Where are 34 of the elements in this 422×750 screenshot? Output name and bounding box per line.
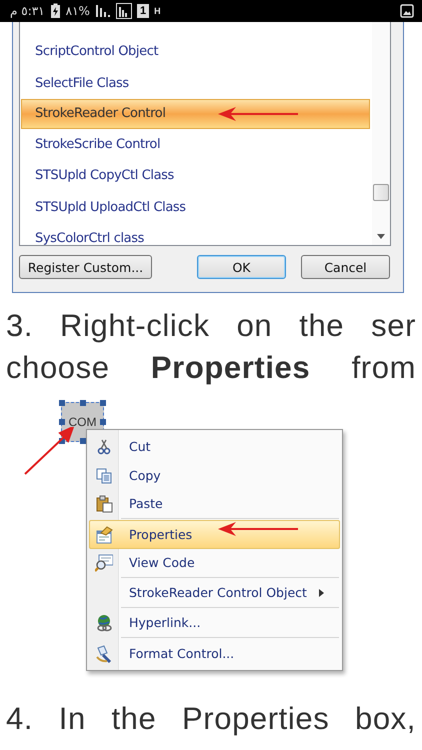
list-item[interactable]: StrokeReader Control (21, 99, 370, 128)
globe-icon (95, 614, 113, 632)
battery-level: %٨١ (66, 4, 90, 18)
magnifier-icon (95, 554, 113, 572)
scroll-thumb[interactable] (373, 184, 389, 201)
menu-item[interactable]: Copy (89, 461, 340, 490)
dialog-button[interactable]: OK (197, 255, 286, 279)
menu-item[interactable]: Format Control... (89, 639, 340, 668)
network-type: H (154, 6, 161, 16)
list-item[interactable]: StrokeScribe Control (21, 128, 370, 160)
copy-icon (95, 466, 113, 484)
list-item[interactable]: ScriptControl Object (21, 36, 370, 68)
paragraph: 4. In the Properties box, (5, 700, 416, 738)
list-item[interactable]: SysColorCtrl class (21, 223, 370, 254)
sim-indicator: 1 (136, 4, 150, 18)
dialog-button[interactable]: Cancel (301, 255, 390, 279)
paragraph: 3. Right-click on the ser choose Properties from (5, 307, 416, 387)
image-icon (400, 4, 414, 18)
down-arrow-icon (377, 234, 385, 239)
dialog-button[interactable]: Register Custom... (19, 255, 152, 279)
clock: ٥:٣١ م (10, 4, 45, 18)
properties-icon (95, 526, 113, 544)
scrollbar[interactable] (372, 22, 390, 245)
clipboard-icon (95, 494, 113, 512)
menu-item[interactable]: Properties (89, 520, 340, 549)
battery-icon (50, 3, 61, 19)
list-item[interactable]: SelectFile Class (21, 68, 370, 99)
signal-icon (94, 4, 111, 18)
signal-icon (116, 3, 132, 19)
scissors-icon (95, 438, 113, 456)
brush-icon (95, 644, 113, 662)
list-item[interactable]: STSUpld UploadCtl Class (21, 192, 370, 223)
arrow (24, 427, 74, 475)
list-item[interactable]: STSUpld CopyCtl Class (21, 160, 370, 192)
